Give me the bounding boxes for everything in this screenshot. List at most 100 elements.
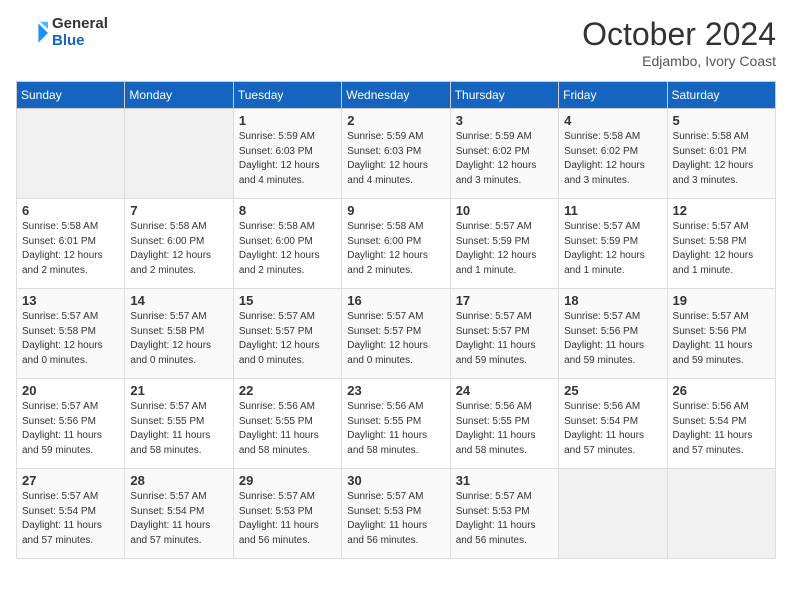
calendar-cell: 21Sunrise: 5:57 AMSunset: 5:55 PMDayligh… bbox=[125, 379, 233, 469]
day-info: Sunrise: 5:58 AMSunset: 6:00 PMDaylight:… bbox=[239, 220, 336, 278]
day-info: Sunrise: 5:57 AMSunset: 5:56 PMDaylight:… bbox=[22, 400, 119, 458]
day-info: Sunrise: 5:57 AMSunset: 5:59 PMDaylight:… bbox=[456, 220, 553, 278]
day-info: Sunrise: 5:58 AMSunset: 6:00 PMDaylight:… bbox=[130, 220, 227, 278]
calendar-cell: 10 Sunrise: 5:57 AMSunset: 5:59 PMDayligh… bbox=[450, 199, 558, 289]
day-info: Sunrise: 5:57 AMSunset: 5:53 PMDaylight:… bbox=[347, 490, 444, 548]
day-number: 4 bbox=[564, 113, 661, 128]
day-number: 11 bbox=[564, 203, 661, 218]
calendar-cell: 17Sunrise: 5:57 AMSunset: 5:57 PMDayligh… bbox=[450, 289, 558, 379]
calendar-cell: 19 Sunrise: 5:57 AMSunset: 5:56 PMDayligh… bbox=[667, 289, 775, 379]
day-number: 23 bbox=[347, 383, 444, 398]
calendar-cell: 5 Sunrise: 5:58 AMSunset: 6:01 PMDaylight… bbox=[667, 109, 775, 199]
day-info: Sunrise: 5:56 AMSunset: 5:55 PMDaylight:… bbox=[456, 400, 553, 458]
calendar-cell: 13Sunrise: 5:57 AMSunset: 5:58 PMDayligh… bbox=[17, 289, 125, 379]
day-info: Sunrise: 5:57 AMSunset: 5:57 PMDaylight:… bbox=[239, 310, 336, 368]
calendar-cell: 31 Sunrise: 5:57 AMSunset: 5:53 PMDayligh… bbox=[450, 469, 558, 559]
day-info: Sunrise: 5:57 AMSunset: 5:58 PMDaylight:… bbox=[673, 220, 770, 278]
day-number: 28 bbox=[130, 473, 227, 488]
day-info: Sunrise: 5:56 AMSunset: 5:54 PMDaylight:… bbox=[564, 400, 661, 458]
day-number: 12 bbox=[673, 203, 770, 218]
day-info: Sunrise: 5:59 AMSunset: 6:03 PMDaylight:… bbox=[347, 130, 444, 188]
calendar-cell bbox=[17, 109, 125, 199]
calendar-cell: 23 Sunrise: 5:56 AMSunset: 5:55 PMDayligh… bbox=[342, 379, 450, 469]
calendar-cell: 22Sunrise: 5:56 AMSunset: 5:55 PMDayligh… bbox=[233, 379, 341, 469]
weekday-header-saturday: Saturday bbox=[667, 82, 775, 109]
day-info: Sunrise: 5:58 AMSunset: 6:00 PMDaylight:… bbox=[347, 220, 444, 278]
day-number: 24 bbox=[456, 383, 553, 398]
calendar-cell: 2Sunrise: 5:59 AMSunset: 6:03 PMDaylight… bbox=[342, 109, 450, 199]
calendar-cell: 7 Sunrise: 5:58 AMSunset: 6:00 PMDaylight… bbox=[125, 199, 233, 289]
weekday-header-tuesday: Tuesday bbox=[233, 82, 341, 109]
weekday-header-sunday: Sunday bbox=[17, 82, 125, 109]
day-number: 9 bbox=[347, 203, 444, 218]
day-number: 5 bbox=[673, 113, 770, 128]
day-number: 17 bbox=[456, 293, 553, 308]
weekday-header-row: SundayMondayTuesdayWednesdayThursdayFrid… bbox=[17, 82, 776, 109]
logo-general-text: General bbox=[52, 16, 108, 33]
calendar-cell: 9 Sunrise: 5:58 AMSunset: 6:00 PMDaylight… bbox=[342, 199, 450, 289]
day-info: Sunrise: 5:56 AMSunset: 5:55 PMDaylight:… bbox=[347, 400, 444, 458]
calendar-cell: 8 Sunrise: 5:58 AMSunset: 6:00 PMDaylight… bbox=[233, 199, 341, 289]
calendar-cell: 15 Sunrise: 5:57 AMSunset: 5:57 PMDayligh… bbox=[233, 289, 341, 379]
weekday-header-monday: Monday bbox=[125, 82, 233, 109]
day-number: 27 bbox=[22, 473, 119, 488]
weekday-header-thursday: Thursday bbox=[450, 82, 558, 109]
day-info: Sunrise: 5:57 AMSunset: 5:53 PMDaylight:… bbox=[239, 490, 336, 548]
day-number: 8 bbox=[239, 203, 336, 218]
location: Edjambo, Ivory Coast bbox=[582, 53, 776, 69]
calendar-cell: 4 Sunrise: 5:58 AMSunset: 6:02 PMDaylight… bbox=[559, 109, 667, 199]
day-info: Sunrise: 5:58 AMSunset: 6:01 PMDaylight:… bbox=[22, 220, 119, 278]
day-number: 3 bbox=[456, 113, 553, 128]
calendar-week-row: 1 Sunrise: 5:59 AMSunset: 6:03 PMDaylight… bbox=[17, 109, 776, 199]
calendar-cell: 18 Sunrise: 5:57 AMSunset: 5:56 PMDayligh… bbox=[559, 289, 667, 379]
day-number: 29 bbox=[239, 473, 336, 488]
day-info: Sunrise: 5:59 AMSunset: 6:02 PMDaylight:… bbox=[456, 130, 553, 188]
calendar-cell bbox=[125, 109, 233, 199]
calendar-cell: 27Sunrise: 5:57 AMSunset: 5:54 PMDayligh… bbox=[17, 469, 125, 559]
day-number: 7 bbox=[130, 203, 227, 218]
day-number: 30 bbox=[347, 473, 444, 488]
day-info: Sunrise: 5:57 AMSunset: 5:59 PMDaylight:… bbox=[564, 220, 661, 278]
day-info: Sunrise: 5:56 AMSunset: 5:54 PMDaylight:… bbox=[673, 400, 770, 458]
day-number: 22 bbox=[239, 383, 336, 398]
logo-text: General Blue bbox=[52, 16, 108, 49]
day-info: Sunrise: 5:58 AMSunset: 6:01 PMDaylight:… bbox=[673, 130, 770, 188]
calendar-week-row: 20 Sunrise: 5:57 AMSunset: 5:56 PMDayligh… bbox=[17, 379, 776, 469]
day-info: Sunrise: 5:57 AMSunset: 5:56 PMDaylight:… bbox=[564, 310, 661, 368]
weekday-header-wednesday: Wednesday bbox=[342, 82, 450, 109]
day-number: 26 bbox=[673, 383, 770, 398]
day-number: 15 bbox=[239, 293, 336, 308]
weekday-header-friday: Friday bbox=[559, 82, 667, 109]
day-number: 6 bbox=[22, 203, 119, 218]
calendar-cell: 12 Sunrise: 5:57 AMSunset: 5:58 PMDayligh… bbox=[667, 199, 775, 289]
calendar-cell bbox=[667, 469, 775, 559]
day-number: 10 bbox=[456, 203, 553, 218]
calendar-cell: 1Sunrise: 5:59 AMSunset: 6:03 PMDaylight… bbox=[233, 109, 341, 199]
calendar-cell: 11 Sunrise: 5:57 AMSunset: 5:59 PMDayligh… bbox=[559, 199, 667, 289]
day-number: 31 bbox=[456, 473, 553, 488]
day-info: Sunrise: 5:58 AMSunset: 6:02 PMDaylight:… bbox=[564, 130, 661, 188]
calendar-cell: 24 Sunrise: 5:56 AMSunset: 5:55 PMDayligh… bbox=[450, 379, 558, 469]
calendar-cell: 6 Sunrise: 5:58 AMSunset: 6:01 PMDaylight… bbox=[17, 199, 125, 289]
day-number: 18 bbox=[564, 293, 661, 308]
day-info: Sunrise: 5:57 AMSunset: 5:58 PMDaylight:… bbox=[130, 310, 227, 368]
calendar-cell: 28Sunrise: 5:57 AMSunset: 5:54 PMDayligh… bbox=[125, 469, 233, 559]
day-number: 20 bbox=[22, 383, 119, 398]
logo-blue-text: Blue bbox=[52, 33, 108, 50]
day-number: 25 bbox=[564, 383, 661, 398]
calendar-cell: 14Sunrise: 5:57 AMSunset: 5:58 PMDayligh… bbox=[125, 289, 233, 379]
day-info: Sunrise: 5:57 AMSunset: 5:56 PMDaylight:… bbox=[673, 310, 770, 368]
day-number: 1 bbox=[239, 113, 336, 128]
calendar-header: SundayMondayTuesdayWednesdayThursdayFrid… bbox=[17, 82, 776, 109]
calendar-cell: 25 Sunrise: 5:56 AMSunset: 5:54 PMDayligh… bbox=[559, 379, 667, 469]
day-number: 19 bbox=[673, 293, 770, 308]
day-info: Sunrise: 5:57 AMSunset: 5:57 PMDaylight:… bbox=[347, 310, 444, 368]
day-info: Sunrise: 5:57 AMSunset: 5:53 PMDaylight:… bbox=[456, 490, 553, 548]
title-area: October 2024 Edjambo, Ivory Coast bbox=[582, 16, 776, 69]
calendar-week-row: 13Sunrise: 5:57 AMSunset: 5:58 PMDayligh… bbox=[17, 289, 776, 379]
header: General Blue October 2024 Edjambo, Ivory… bbox=[16, 16, 776, 69]
day-number: 21 bbox=[130, 383, 227, 398]
calendar-cell: 16Sunrise: 5:57 AMSunset: 5:57 PMDayligh… bbox=[342, 289, 450, 379]
calendar-week-row: 6 Sunrise: 5:58 AMSunset: 6:01 PMDaylight… bbox=[17, 199, 776, 289]
calendar-cell: 26 Sunrise: 5:56 AMSunset: 5:54 PMDayligh… bbox=[667, 379, 775, 469]
